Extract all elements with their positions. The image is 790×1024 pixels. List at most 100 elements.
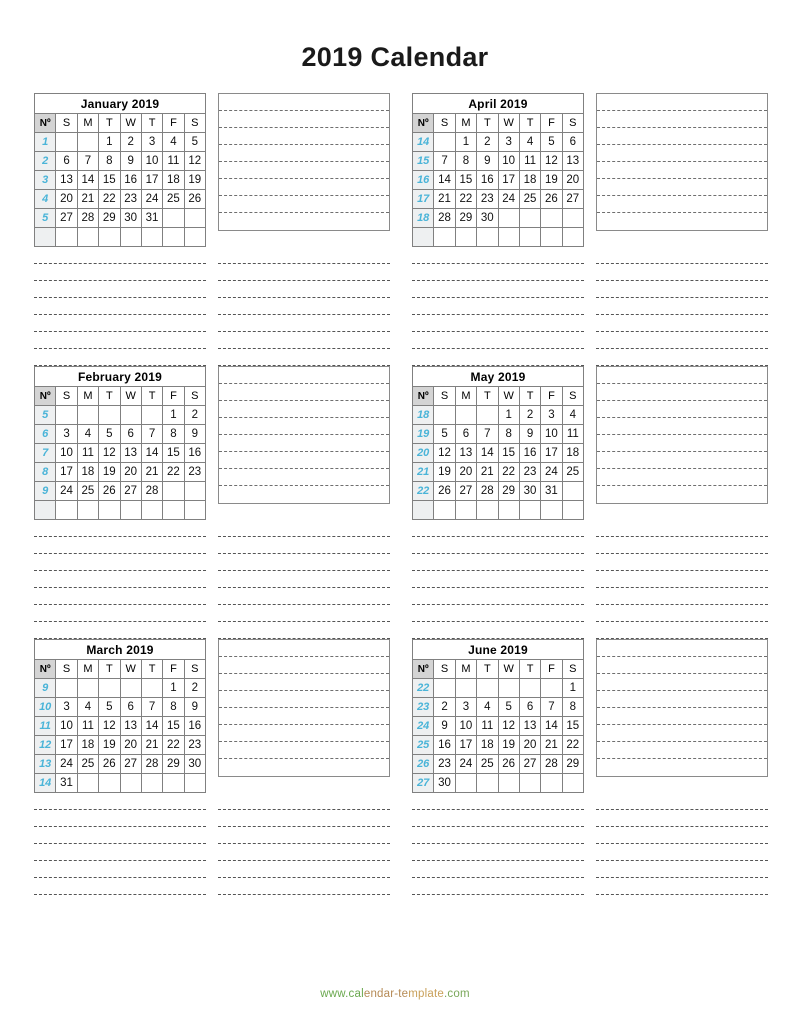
writing-line[interactable] <box>34 844 206 861</box>
day-cell[interactable]: 21 <box>140 462 164 482</box>
writing-line[interactable] <box>218 315 390 332</box>
writing-line[interactable] <box>34 520 206 537</box>
writing-line[interactable] <box>34 622 206 639</box>
day-cell[interactable]: 19 <box>98 462 121 482</box>
writing-line[interactable] <box>34 861 206 878</box>
day-cell[interactable]: 26 <box>183 189 207 209</box>
day-cell[interactable]: 5 <box>433 424 456 444</box>
day-cell[interactable] <box>561 208 585 228</box>
day-cell[interactable]: 6 <box>119 424 142 444</box>
day-cell[interactable]: 13 <box>119 716 142 736</box>
day-cell[interactable] <box>433 405 456 425</box>
day-cell[interactable] <box>454 773 478 793</box>
note-line[interactable] <box>597 742 767 759</box>
note-line[interactable] <box>597 401 767 418</box>
day-cell[interactable]: 2 <box>518 405 542 425</box>
day-cell[interactable] <box>140 227 164 247</box>
note-line[interactable] <box>219 213 389 230</box>
day-cell[interactable]: 15 <box>454 170 478 190</box>
day-cell[interactable]: 1 <box>162 405 185 425</box>
writing-line[interactable] <box>412 264 584 281</box>
day-cell[interactable]: 21 <box>140 735 164 755</box>
calendar-table[interactable]: March 2019 Nº S M T W T F S 9 1 2 10 3 4 5 6 7 8 9 11 10 11 12 1… <box>33 639 207 793</box>
writing-line[interactable] <box>218 247 390 264</box>
day-cell[interactable]: 4 <box>561 405 585 425</box>
day-cell[interactable] <box>540 678 563 698</box>
day-cell[interactable] <box>162 208 185 228</box>
writing-line[interactable] <box>218 827 390 844</box>
day-cell[interactable]: 18 <box>76 735 100 755</box>
note-line[interactable] <box>597 213 767 230</box>
writing-line[interactable] <box>412 605 584 622</box>
day-cell[interactable]: 20 <box>561 170 585 190</box>
day-cell[interactable]: 28 <box>433 208 456 228</box>
day-cell[interactable]: 15 <box>98 170 121 190</box>
day-cell[interactable] <box>55 227 78 247</box>
note-line[interactable] <box>219 94 389 111</box>
day-cell[interactable] <box>76 405 100 425</box>
day-cell[interactable] <box>183 227 207 247</box>
calendar-table[interactable]: May 2019 Nº S M T W T F S 18 1 2 3 4 19 5 6 7 8 9 10 11 20 12 13… <box>411 366 585 520</box>
day-cell[interactable]: 25 <box>162 189 185 209</box>
note-line[interactable] <box>597 657 767 674</box>
note-line[interactable] <box>597 162 767 179</box>
day-cell[interactable]: 15 <box>561 716 585 736</box>
day-cell[interactable]: 16 <box>119 170 142 190</box>
day-cell[interactable]: 14 <box>433 170 456 190</box>
day-cell[interactable]: 8 <box>561 697 585 717</box>
day-cell[interactable]: 26 <box>433 481 456 501</box>
note-line[interactable] <box>597 367 767 384</box>
day-cell[interactable]: 21 <box>433 189 456 209</box>
day-cell[interactable]: 13 <box>454 443 478 463</box>
day-cell[interactable]: 25 <box>518 189 542 209</box>
day-cell[interactable] <box>454 678 478 698</box>
writing-line[interactable] <box>596 793 768 810</box>
writing-line[interactable] <box>596 861 768 878</box>
day-cell[interactable] <box>55 500 78 520</box>
writing-line[interactable] <box>34 281 206 298</box>
writing-line[interactable] <box>412 298 584 315</box>
day-cell[interactable]: 17 <box>140 170 164 190</box>
writing-line[interactable] <box>218 554 390 571</box>
day-cell[interactable]: 6 <box>454 424 478 444</box>
day-cell[interactable]: 30 <box>183 754 207 774</box>
day-cell[interactable]: 19 <box>497 735 520 755</box>
note-line[interactable] <box>219 401 389 418</box>
day-cell[interactable]: 30 <box>518 481 542 501</box>
day-cell[interactable]: 24 <box>55 481 78 501</box>
day-cell[interactable]: 23 <box>183 462 207 482</box>
note-line[interactable] <box>597 94 767 111</box>
day-cell[interactable] <box>518 500 542 520</box>
day-cell[interactable]: 16 <box>183 716 207 736</box>
day-cell[interactable] <box>476 773 499 793</box>
calendar-table[interactable]: January 2019 Nº S M T W T F S 1 1 2 3 4 5 2 6 7 8 9 10 11 12 3 1… <box>33 93 207 247</box>
writing-line[interactable] <box>218 281 390 298</box>
day-cell[interactable]: 17 <box>497 170 520 190</box>
day-cell[interactable]: 21 <box>540 735 563 755</box>
day-cell[interactable]: 1 <box>162 678 185 698</box>
day-cell[interactable]: 23 <box>433 754 456 774</box>
day-cell[interactable]: 29 <box>561 754 585 774</box>
day-cell[interactable]: 7 <box>476 424 499 444</box>
calendar-table[interactable]: February 2019 Nº S M T W T F S 5 1 2 6 3 4 5 6 7 8 9 7 10 11 12… <box>33 366 207 520</box>
day-cell[interactable]: 5 <box>98 424 121 444</box>
day-cell[interactable] <box>140 773 164 793</box>
day-cell[interactable] <box>162 773 185 793</box>
note-line[interactable] <box>219 128 389 145</box>
note-line[interactable] <box>219 725 389 742</box>
note-line[interactable] <box>219 674 389 691</box>
day-cell[interactable]: 5 <box>497 697 520 717</box>
day-cell[interactable]: 20 <box>55 189 78 209</box>
day-cell[interactable] <box>540 227 563 247</box>
writing-line[interactable] <box>412 810 584 827</box>
day-cell[interactable]: 4 <box>162 132 185 152</box>
day-cell[interactable]: 28 <box>540 754 563 774</box>
day-cell[interactable] <box>162 227 185 247</box>
note-line[interactable] <box>219 657 389 674</box>
writing-line[interactable] <box>34 605 206 622</box>
writing-line[interactable] <box>596 349 768 366</box>
day-cell[interactable]: 2 <box>183 678 207 698</box>
day-cell[interactable] <box>98 405 121 425</box>
day-cell[interactable]: 11 <box>76 716 100 736</box>
day-cell[interactable]: 29 <box>98 208 121 228</box>
